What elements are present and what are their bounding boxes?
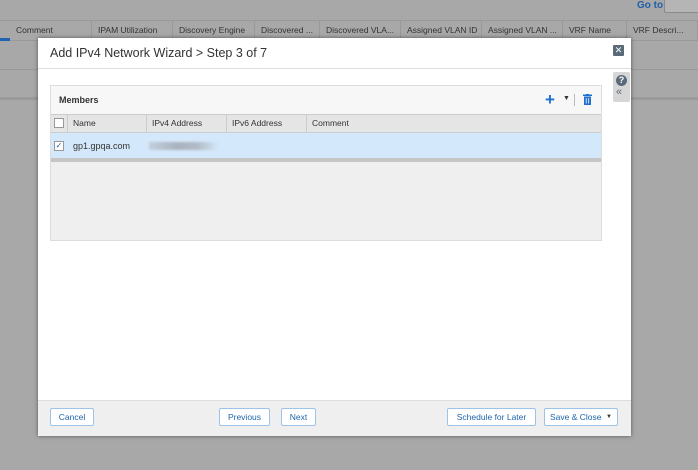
column-header[interactable]: VRF Name bbox=[563, 20, 627, 40]
member-name: gp1.gpqa.com bbox=[73, 141, 131, 151]
add-icon[interactable]: + bbox=[545, 90, 555, 110]
save-close-label: Save & Close bbox=[550, 412, 602, 422]
help-icon[interactable]: ? bbox=[616, 75, 627, 86]
select-all-cell bbox=[51, 115, 68, 132]
column-header[interactable]: VRF Descri... bbox=[627, 20, 698, 40]
column-header-comment[interactable]: Comment bbox=[307, 115, 601, 132]
row-checkbox[interactable]: ✓ bbox=[54, 141, 64, 151]
save-close-button[interactable]: Save & Close ▼ bbox=[544, 408, 618, 426]
members-title: Members bbox=[59, 95, 99, 105]
table-header: Name IPv4 Address IPv6 Address Comment bbox=[51, 114, 601, 133]
wizard-dialog: Add IPv4 Network Wizard > Step 3 of 7 ✕ … bbox=[38, 38, 631, 436]
column-header[interactable]: Assigned VLAN ID bbox=[401, 20, 482, 40]
column-header-ipv6[interactable]: IPv6 Address bbox=[227, 115, 307, 132]
column-header[interactable]: Assigned VLAN ... bbox=[482, 20, 563, 40]
active-tab-indicator bbox=[0, 38, 10, 41]
dialog-footer: Cancel Previous Next Schedule for Later … bbox=[38, 400, 631, 436]
chevron-down-icon[interactable]: ▼ bbox=[606, 409, 612, 425]
collapse-icon[interactable]: « bbox=[616, 86, 622, 98]
column-header-name[interactable]: Name bbox=[68, 115, 147, 132]
previous-button[interactable]: Previous bbox=[219, 408, 270, 426]
dialog-title: Add IPv4 Network Wizard > Step 3 of 7 bbox=[50, 46, 268, 60]
column-header[interactable]: Discovery Engine bbox=[173, 20, 255, 40]
divider bbox=[574, 94, 575, 106]
goto-input[interactable] bbox=[664, 0, 698, 13]
horizontal-scrollbar[interactable] bbox=[51, 158, 601, 162]
redacted-ipv4 bbox=[149, 142, 219, 150]
column-header[interactable]: Discovered VLA... bbox=[320, 20, 401, 40]
next-button[interactable]: Next bbox=[281, 408, 316, 426]
column-header[interactable]: Discovered ... bbox=[255, 20, 320, 40]
close-icon[interactable]: ✕ bbox=[613, 45, 624, 56]
column-header[interactable]: Comment bbox=[10, 20, 92, 40]
chevron-down-icon[interactable]: ▼ bbox=[563, 95, 570, 102]
table-row[interactable]: ✓ gp1.gpqa.com bbox=[51, 133, 601, 158]
select-all-checkbox[interactable] bbox=[54, 118, 64, 128]
column-header[interactable]: IPAM Utilization bbox=[92, 20, 173, 40]
divider bbox=[38, 68, 631, 69]
trash-icon[interactable] bbox=[583, 94, 592, 105]
side-panel: ? « bbox=[613, 72, 630, 102]
members-header: Members + ▼ bbox=[51, 86, 601, 114]
goto-label: Go to bbox=[637, 0, 664, 11]
cancel-button[interactable]: Cancel bbox=[50, 408, 94, 426]
schedule-later-button[interactable]: Schedule for Later bbox=[447, 408, 536, 426]
members-panel: Members + ▼ Name IPv4 Address IPv6 Addre… bbox=[50, 85, 602, 241]
column-header-ipv4[interactable]: IPv4 Address bbox=[147, 115, 227, 132]
